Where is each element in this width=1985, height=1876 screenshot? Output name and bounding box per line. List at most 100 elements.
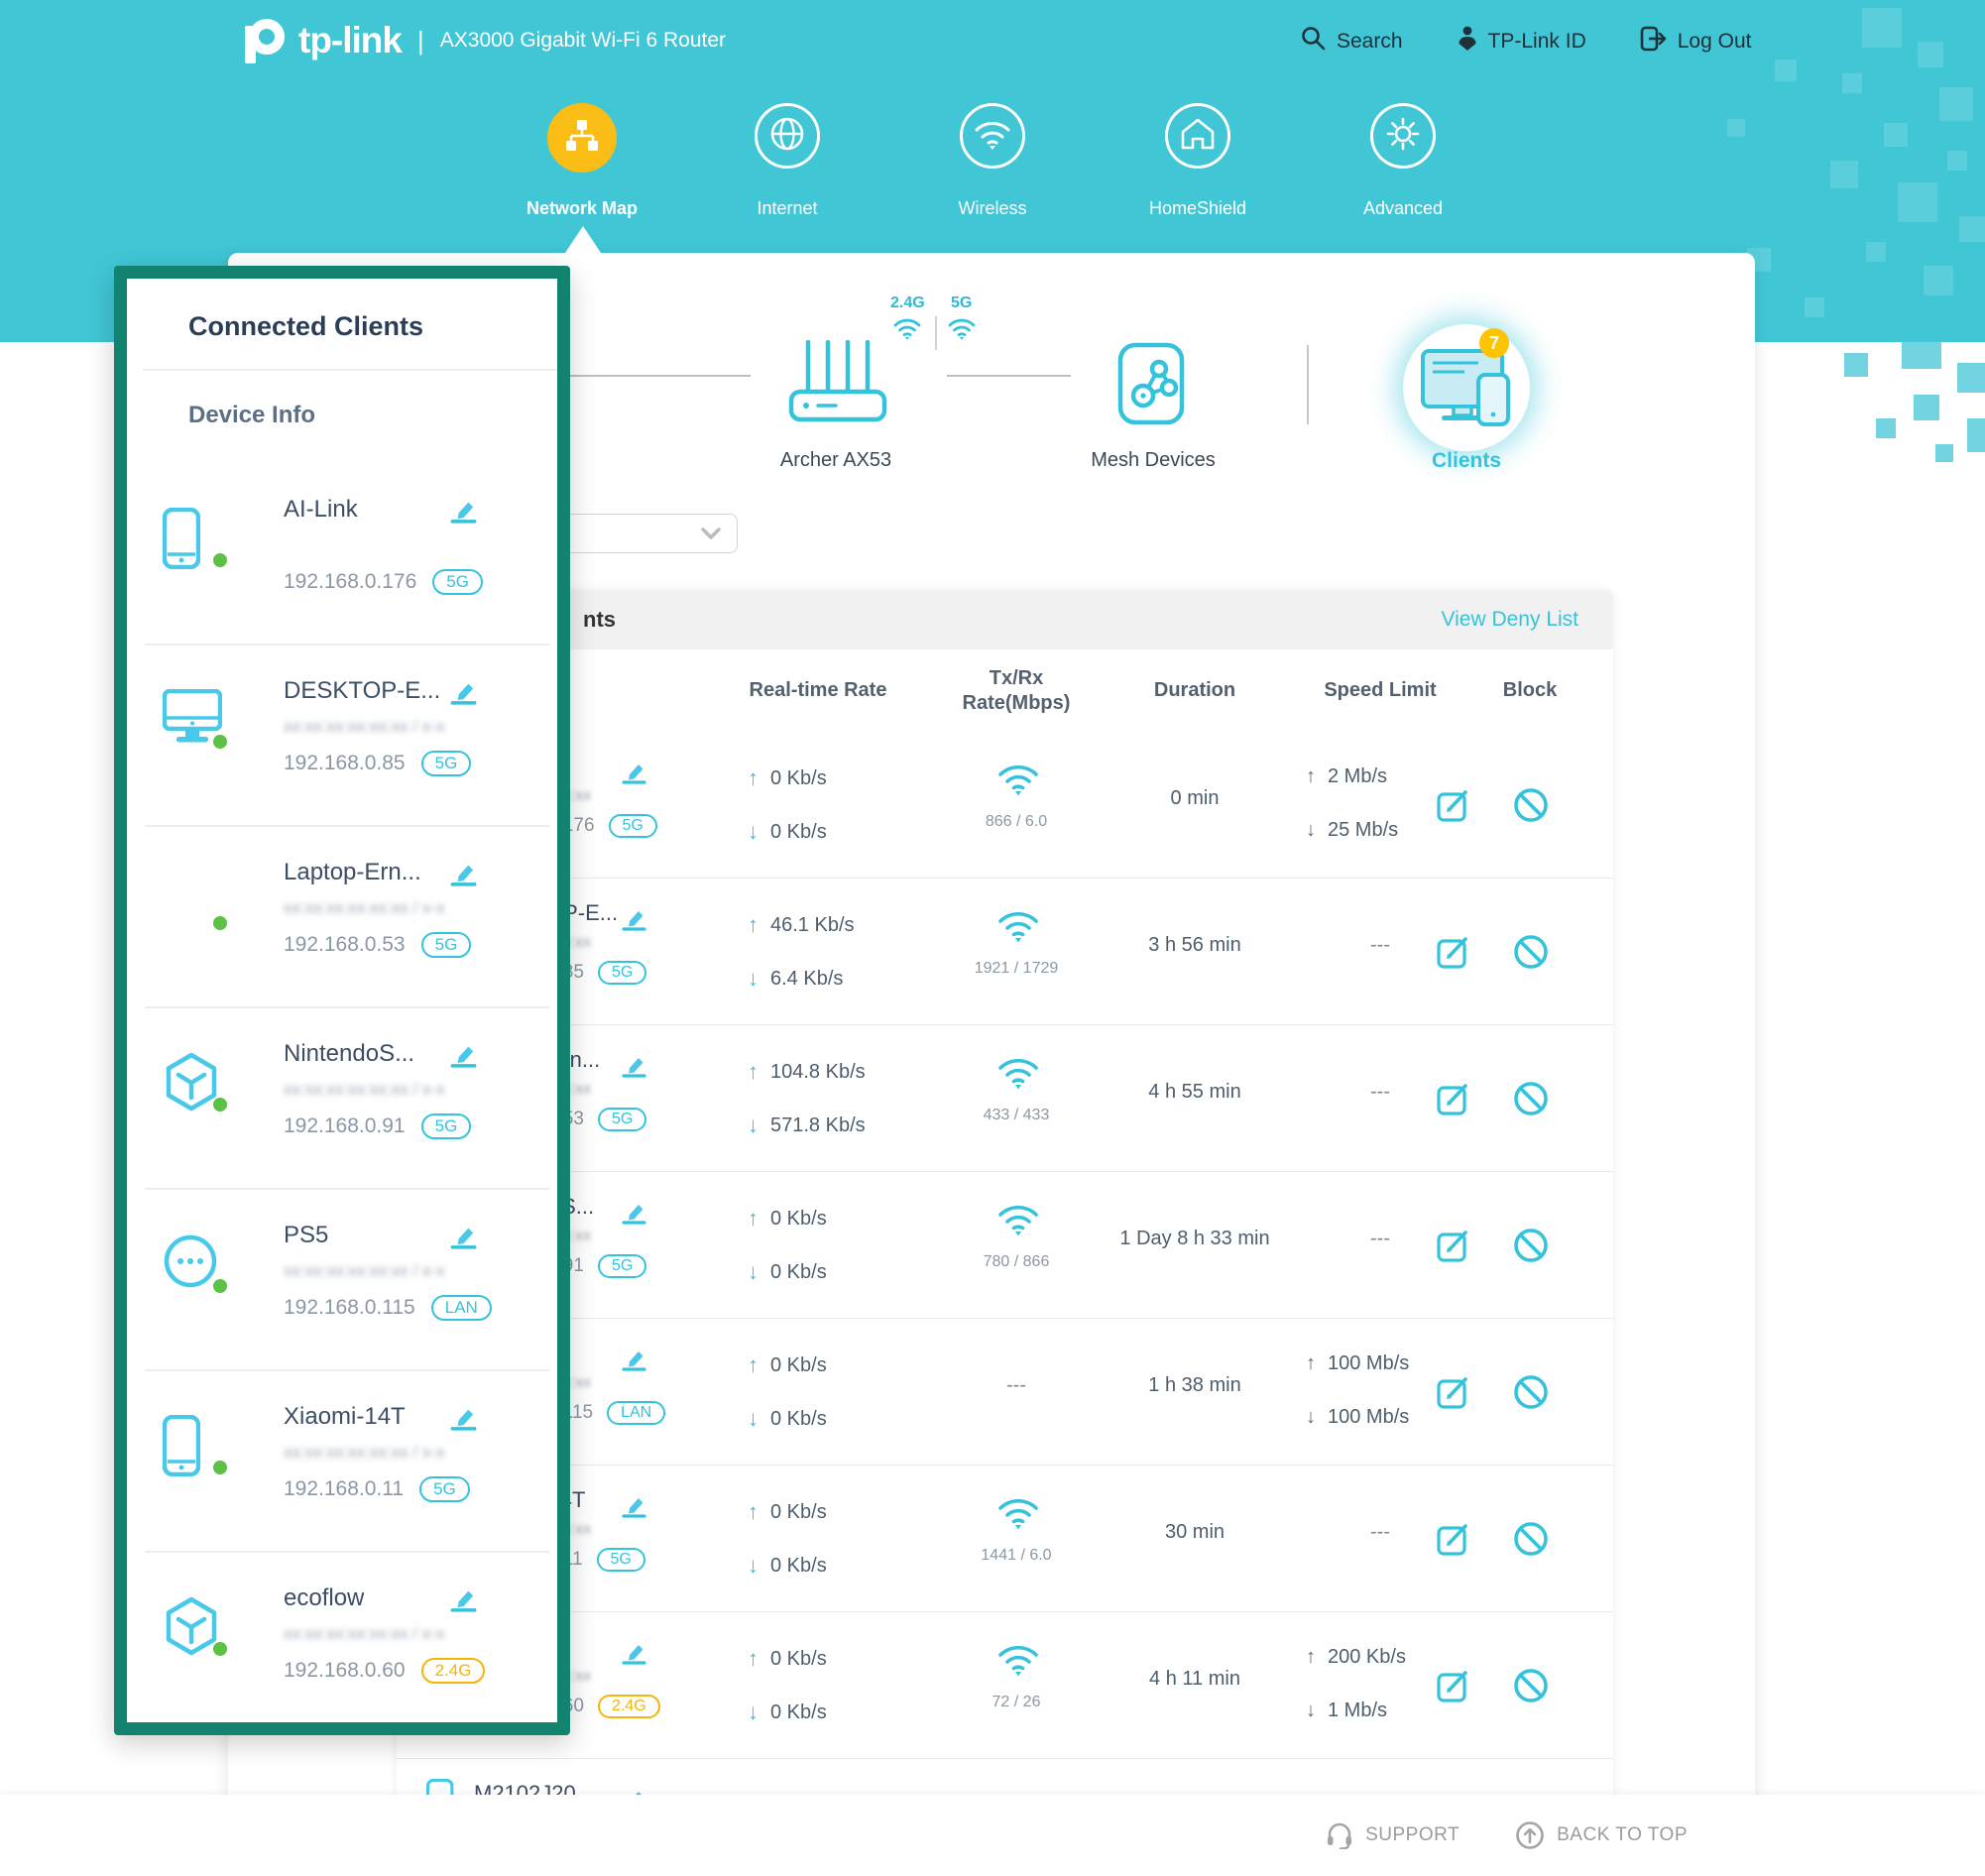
clients-node[interactable] xyxy=(1403,324,1530,451)
online-dot xyxy=(213,916,227,930)
down-arrow-icon: ↓ xyxy=(748,1553,759,1579)
device-list-item[interactable]: DESKTOP-E... xx:xx:xx:xx:xx:xx / x-x 192… xyxy=(127,667,557,849)
up-arrow-circle-icon xyxy=(1515,1820,1545,1850)
game-console-icon xyxy=(163,1596,220,1656)
wifi-small-icon xyxy=(892,316,922,340)
connected-clients-panel: Connected Clients Device Info AI-Link 19… xyxy=(114,266,570,1735)
band-5g-label: 5G xyxy=(951,294,972,312)
block-button[interactable] xyxy=(1512,1227,1550,1264)
chevron-down-icon xyxy=(701,528,721,541)
header-link[interactable]: TP-Link ID xyxy=(1457,26,1586,58)
up-arrow-icon: ↑ xyxy=(1306,765,1316,788)
up-arrow-icon: ↑ xyxy=(748,1646,759,1672)
header-links: Search TP-Link ID Log Out xyxy=(1301,26,1751,58)
main-nav: Network Map Internet Wireless HomeShield… xyxy=(0,103,1985,173)
internet-icon xyxy=(769,116,805,152)
header-link[interactable]: Search xyxy=(1301,26,1403,58)
nav-item[interactable]: Internet xyxy=(755,103,820,173)
up-arrow-icon: ↑ xyxy=(748,765,759,791)
rename-pencil-icon[interactable] xyxy=(620,1197,647,1225)
band-pill: 5G xyxy=(598,961,646,985)
mesh-label: Mesh Devices xyxy=(1091,449,1216,472)
rename-pencil-icon[interactable] xyxy=(448,675,478,705)
edit-limit-button[interactable] xyxy=(1435,1227,1472,1264)
block-button[interactable] xyxy=(1512,1080,1550,1117)
block-button[interactable] xyxy=(1512,933,1550,971)
clients-table-card: nts View Deny List Real-time Rate Tx/RxR… xyxy=(397,590,1613,1815)
device-mac-blurred: xx:xx:xx:xx:xx:xx / x-x xyxy=(284,898,444,918)
wifi-small-icon xyxy=(947,316,977,340)
txrx-value: 1921 / 1729 xyxy=(937,960,1096,978)
app-header: tp-link | AX3000 Gigabit Wi-Fi 6 Router xyxy=(231,14,726,67)
back-to-top-button[interactable]: BACK TO TOP xyxy=(1515,1820,1688,1850)
edit-limit-button[interactable] xyxy=(1435,933,1472,971)
duration-cell: 1 Day 8 h 33 min xyxy=(1096,1228,1294,1250)
down-arrow-icon: ↓ xyxy=(748,966,759,992)
edit-limit-button[interactable] xyxy=(1435,1667,1472,1704)
nav-item[interactable]: HomeShield xyxy=(1165,103,1230,173)
generic-device-icon xyxy=(163,1233,218,1289)
rename-pencil-icon[interactable] xyxy=(620,1050,647,1078)
band-pill: 2.4G xyxy=(598,1695,660,1718)
router-admin-page: tp-link | AX3000 Gigabit Wi-Fi 6 Router … xyxy=(0,0,1985,1876)
block-button[interactable] xyxy=(1512,1667,1550,1704)
device-ip: 192.168.0.91 xyxy=(284,1114,406,1138)
edit-limit-button[interactable] xyxy=(1435,1080,1472,1117)
device-list-item[interactable]: PS5 xx:xx:xx:xx:xx:xx / x-x 192.168.0.11… xyxy=(127,1212,557,1393)
online-dot xyxy=(213,1461,227,1474)
device-name: ecoflow xyxy=(284,1583,364,1614)
signal-wifi-icon xyxy=(996,1055,1040,1091)
rename-pencil-icon[interactable] xyxy=(448,1583,478,1612)
nav-item[interactable]: Advanced xyxy=(1370,103,1436,173)
col-block: Block xyxy=(1490,679,1570,702)
divider-line xyxy=(935,316,937,350)
block-button[interactable] xyxy=(1512,1373,1550,1411)
nav-item-circle xyxy=(1165,103,1230,169)
device-list-item[interactable]: Laptop-Ern... xx:xx:xx:xx:xx:xx / x-x 19… xyxy=(127,849,557,1030)
device-list-item[interactable]: Xiaomi-14T xx:xx:xx:xx:xx:xx / x-x 192.1… xyxy=(127,1393,557,1575)
router-icon[interactable] xyxy=(788,340,887,429)
signal-wifi-icon xyxy=(996,1642,1040,1678)
rename-pencil-icon[interactable] xyxy=(620,757,647,784)
table-row: NintendoS... xx:xx:xx:xx:xx:xx 192.168.0… xyxy=(397,1171,1613,1318)
duration-cell: 0 min xyxy=(1096,787,1294,810)
rename-pencil-icon[interactable] xyxy=(620,1490,647,1518)
band-pill: 5G xyxy=(421,932,472,958)
block-button[interactable] xyxy=(1512,1520,1550,1558)
rename-pencil-icon[interactable] xyxy=(448,1220,478,1249)
down-arrow-icon: ↓ xyxy=(1306,1700,1316,1722)
edit-limit-button[interactable] xyxy=(1435,1520,1472,1558)
device-ip: 192.168.0.115 xyxy=(284,1296,415,1320)
nav-item[interactable]: Network Map xyxy=(549,103,615,173)
device-list-item[interactable]: ecoflow xx:xx:xx:xx:xx:xx / x-x 192.168.… xyxy=(127,1575,557,1722)
nav-item-circle xyxy=(755,103,820,169)
device-list-item[interactable]: AI-Link 192.168.0.176 5G xyxy=(127,486,557,667)
nav-item-label: Network Map xyxy=(526,198,638,219)
block-button[interactable] xyxy=(1512,786,1550,824)
rename-pencil-icon[interactable] xyxy=(448,857,478,886)
band-pill: 2.4G xyxy=(421,1658,486,1684)
header-link[interactable]: Log Out xyxy=(1640,26,1752,58)
support-button[interactable]: SUPPORT xyxy=(1326,1821,1460,1849)
device-list-item[interactable]: NintendoS... xx:xx:xx:xx:xx:xx / x-x 192… xyxy=(127,1030,557,1212)
rename-pencil-icon[interactable] xyxy=(620,1637,647,1665)
edit-limit-button[interactable] xyxy=(1435,786,1472,824)
view-deny-list-link[interactable]: View Deny List xyxy=(1441,590,1578,649)
phone-icon xyxy=(163,508,200,569)
nav-item[interactable]: Wireless xyxy=(960,103,1025,173)
band-pill: 5G xyxy=(432,569,483,595)
device-name: NintendoS... xyxy=(284,1038,414,1070)
headset-icon xyxy=(1326,1821,1353,1849)
rename-pencil-icon[interactable] xyxy=(448,494,478,524)
col-realtime-rate: Real-time Rate xyxy=(724,679,912,702)
nav-item-label: Wireless xyxy=(958,198,1026,219)
mesh-devices-icon[interactable] xyxy=(1117,342,1185,425)
rename-pencil-icon[interactable] xyxy=(448,1401,478,1431)
rename-pencil-icon[interactable] xyxy=(620,1344,647,1371)
table-header-bar: nts View Deny List xyxy=(397,590,1613,649)
rename-pencil-icon[interactable] xyxy=(448,1038,478,1068)
logout-icon xyxy=(1640,26,1668,52)
edit-limit-button[interactable] xyxy=(1435,1373,1472,1411)
nav-item-label: Advanced xyxy=(1363,198,1443,219)
rename-pencil-icon[interactable] xyxy=(620,903,647,931)
